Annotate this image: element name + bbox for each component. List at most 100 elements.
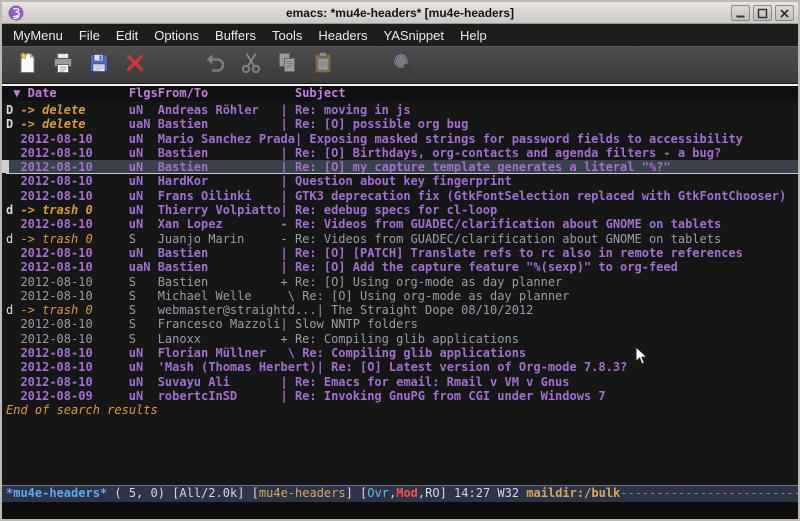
paste-icon <box>311 51 335 79</box>
menu-item-yasnippet[interactable]: YASnippet <box>375 25 451 46</box>
message-row[interactable]: 2012-08-10uNSuvayu Ali| Re: Emacs for em… <box>6 375 798 389</box>
message-rows: D-> deleteuNAndreas Röhler| Re: moving i… <box>6 103 798 403</box>
mark-char <box>6 246 20 260</box>
message-row[interactable]: d-> trash 0Swebmaster@straightd...| The … <box>6 303 798 317</box>
column-header-subject[interactable]: Subject <box>295 86 346 101</box>
message-row[interactable]: 2012-08-10uNBastien| Re: [O] [PATCH] Tra… <box>6 246 798 260</box>
message-date: 2012-08-10 <box>20 332 128 346</box>
message-row[interactable]: 2012-08-10uaNBastien| Re: [O] Add the ca… <box>6 260 798 274</box>
message-flags: uN <box>129 375 158 389</box>
thread-separator: | <box>281 160 295 173</box>
message-date: 2012-08-09 <box>20 389 128 403</box>
thread-separator: - <box>281 217 295 231</box>
message-flags: S <box>129 232 158 246</box>
message-flags: uaN <box>129 260 158 274</box>
message-row[interactable]: D-> deleteuNAndreas Röhler| Re: moving i… <box>6 103 798 117</box>
cut-icon <box>239 51 263 79</box>
message-row[interactable]: 2012-08-10uNHardKor| Question about key … <box>6 174 798 188</box>
window-titlebar[interactable]: emacs: *mu4e-headers* [mu4e-headers] <box>2 2 798 24</box>
echo-area[interactable] <box>2 502 798 519</box>
message-row[interactable]: 2012-08-10uNMario Sanchez Prada| Exposin… <box>6 132 798 146</box>
sort-descending-icon: ▼ <box>13 86 27 100</box>
mark-char <box>6 132 20 146</box>
modeline-size: [All/2.0k] <box>172 486 251 500</box>
mark-char <box>6 275 20 289</box>
close-icon <box>779 4 790 23</box>
message-row[interactable]: 2012-08-10uNFrans Oilinki| GTK3 deprecat… <box>6 189 798 203</box>
menu-item-options[interactable]: Options <box>146 25 207 46</box>
message-flags: uN <box>129 346 158 360</box>
modeline-mode-name: mu4e-headers <box>259 486 346 500</box>
message-date: -> trash 0 <box>20 303 128 317</box>
new-file-icon <box>15 51 39 79</box>
maximize-button[interactable] <box>753 5 772 21</box>
window-buttons <box>731 5 794 21</box>
message-subject: Re: Videos from GUADEC/clarification abo… <box>295 217 721 231</box>
new-file-button[interactable] <box>14 52 40 78</box>
message-row[interactable]: d-> trash 0uNThierry Volpiatto| Re: edeb… <box>6 203 798 217</box>
message-row[interactable]: 2012-08-10SBastien+ Re: [O] Using org-mo… <box>6 275 798 289</box>
close-buffer-button[interactable] <box>122 52 148 78</box>
print-button[interactable] <box>50 52 76 78</box>
message-subject: Re: moving in js <box>295 103 411 117</box>
message-from: Bastien <box>158 246 281 260</box>
column-header-date[interactable]: Date <box>28 86 57 100</box>
thread-separator: | <box>295 132 309 146</box>
menu-item-buffers[interactable]: Buffers <box>207 25 264 46</box>
mark-char <box>6 389 20 403</box>
message-from: Michael Welle <box>158 289 281 303</box>
message-row[interactable]: 2012-08-10SFrancesco Mazzoli| Slow NNTP … <box>6 317 798 331</box>
menu-item-edit[interactable]: Edit <box>108 25 146 46</box>
mark-char <box>6 217 20 231</box>
save-button[interactable] <box>86 52 112 78</box>
search-button[interactable] <box>390 52 416 78</box>
mode-line[interactable]: *mu4e-headers* ( 5, 0) [All/2.0k] [mu4e-… <box>2 485 798 502</box>
mark-char <box>6 375 20 389</box>
tool-bar <box>2 46 798 84</box>
message-date: 2012-08-10 <box>20 132 128 146</box>
undo-icon <box>203 51 227 79</box>
menu-item-help[interactable]: Help <box>452 25 495 46</box>
message-row[interactable]: 2012-08-10uNXan Lopez- Re: Videos from G… <box>6 217 798 231</box>
message-subject: Re: [O] Add the capture feature "%(sexp)… <box>295 260 678 274</box>
message-row[interactable]: 2012-08-10SLanoxx+ Re: Compiling glib ap… <box>6 332 798 346</box>
thread-separator: | <box>281 146 295 160</box>
message-row[interactable]: 2012-08-10uNBastien| Re: [O] my capture … <box>6 160 798 174</box>
message-from: Bastien <box>158 160 281 173</box>
message-row[interactable]: D-> deleteuaNBastien| Re: [O] possible o… <box>6 117 798 131</box>
message-subject: Re: [O] [PATCH] Translate refs to rc als… <box>295 246 743 260</box>
column-header-flags[interactable]: Flgs <box>129 86 158 101</box>
mark-char <box>6 189 20 203</box>
message-subject: Re: Compiling glib applications <box>302 346 526 360</box>
message-date: -> trash 0 <box>20 232 128 246</box>
message-from: Andreas Röhler <box>158 103 281 117</box>
message-row[interactable]: d-> trash 0SJuanjo Marin- Re: Videos fro… <box>6 232 798 246</box>
column-header-from[interactable]: From/To <box>158 86 295 101</box>
message-row[interactable]: 2012-08-10uNFlorian Müllner \ Re: Compil… <box>6 346 798 360</box>
message-row[interactable]: 2012-08-10SMichael Welle \ Re: [O] Using… <box>6 289 798 303</box>
message-row[interactable]: 2012-08-10uN'Mash (Thomas Herbert)| Re: … <box>6 360 798 374</box>
message-from: HardKor <box>158 174 281 188</box>
message-flags: S <box>129 317 158 331</box>
close-button[interactable] <box>775 5 794 21</box>
menu-item-mymenu[interactable]: MyMenu <box>5 25 71 46</box>
thread-separator: | <box>281 317 295 331</box>
message-flags: uN <box>129 389 158 403</box>
menu-item-headers[interactable]: Headers <box>310 25 375 46</box>
modeline-time: 14:27 <box>454 486 490 500</box>
menu-item-file[interactable]: File <box>71 25 108 46</box>
message-from: Bastien <box>158 117 281 131</box>
message-from: Bastien <box>158 146 281 160</box>
message-subject: Re: [O] possible org bug <box>295 117 468 131</box>
message-row[interactable]: 2012-08-10uNBastien| Re: [O] Birthdays, … <box>6 146 798 160</box>
message-date: 2012-08-10 <box>20 317 128 331</box>
menu-item-tools[interactable]: Tools <box>264 25 310 46</box>
message-date: 2012-08-10 <box>20 160 128 173</box>
message-from: Frans Oilinki <box>158 189 281 203</box>
message-from: Bastien <box>158 275 281 289</box>
minimize-button[interactable] <box>731 5 750 21</box>
thread-separator: + <box>281 332 295 346</box>
message-from: robertcInSD <box>158 389 281 403</box>
message-row[interactable]: 2012-08-09uNrobertcInSD| Re: Invoking Gn… <box>6 389 798 403</box>
message-flags: uaN <box>129 117 158 131</box>
